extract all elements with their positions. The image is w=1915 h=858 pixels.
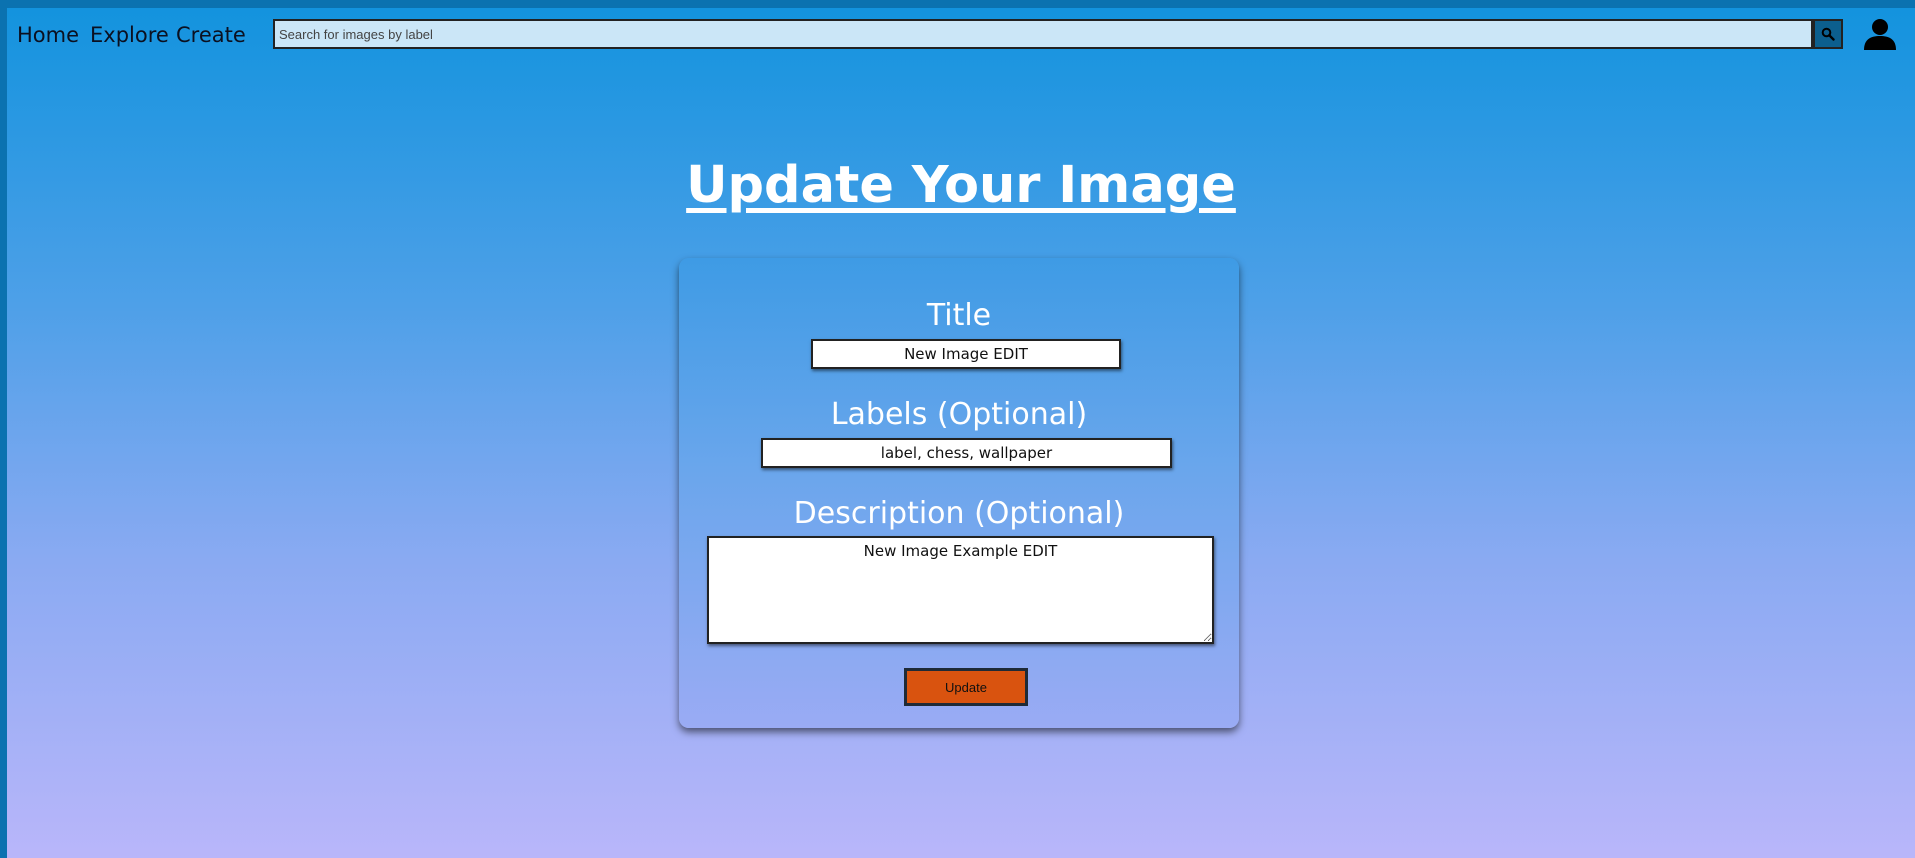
description-textarea[interactable]: New Image Example EDIT <box>707 536 1214 644</box>
title-input[interactable] <box>811 339 1121 369</box>
nav-create-link[interactable]: Create <box>176 23 246 47</box>
top-navbar: Home Explore Create <box>7 8 1915 56</box>
nav-explore-link[interactable]: Explore <box>90 23 169 47</box>
labels-input[interactable] <box>761 438 1172 468</box>
user-account-button[interactable] <box>1863 17 1897 51</box>
search-icon <box>1821 27 1835 41</box>
page-background: Home Explore Create Update Your Image Ti… <box>7 8 1915 858</box>
description-field-label: Description (Optional) <box>793 496 1125 531</box>
user-icon <box>1864 19 1896 50</box>
page-title: Update Your Image <box>686 156 1236 215</box>
title-field-label: Title <box>926 298 992 333</box>
search-input[interactable] <box>273 19 1813 49</box>
search-bar <box>273 19 1849 49</box>
update-image-form: Title Labels (Optional) Description (Opt… <box>679 258 1239 728</box>
labels-field-label: Labels (Optional) <box>830 397 1088 432</box>
update-button[interactable]: Update <box>904 668 1028 706</box>
search-button[interactable] <box>1813 19 1843 49</box>
nav-home-link[interactable]: Home <box>17 23 79 47</box>
